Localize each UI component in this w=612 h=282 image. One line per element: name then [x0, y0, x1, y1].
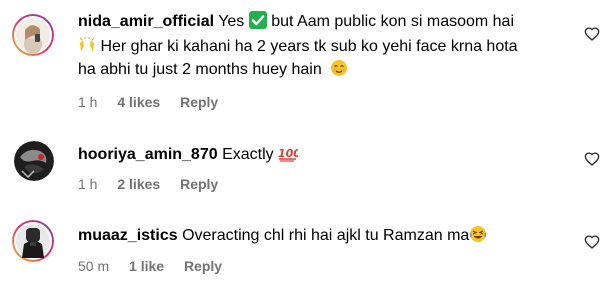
avatar-image [14, 141, 54, 181]
heart-icon[interactable] [584, 234, 600, 250]
rolling-laughing-emoji [469, 225, 487, 251]
heart-icon[interactable] [584, 151, 600, 167]
comment-body: Her ghar ki kahani ha 2 years tk sub ko … [100, 38, 518, 55]
svg-text:100: 100 [278, 147, 298, 160]
username[interactable]: nida_amir_official [78, 13, 214, 30]
comment-time: 1 h [78, 176, 98, 192]
likes-count[interactable]: 1 like [129, 258, 164, 274]
comment-item: hooriya_amin_870 Exactly 100 1 h 2 likes… [0, 130, 612, 200]
comment-text-line3: ha abhi tu just 2 months huey hain [78, 58, 348, 85]
comment-body: Yes [218, 13, 245, 30]
comment-item: nida_amir_official Yes but Aam public ko… [0, 0, 612, 120]
comment-body: Exactly [222, 146, 274, 163]
likes-count[interactable]: 4 likes [117, 94, 160, 110]
comment-text: muaaz_istics Overacting chl rhi hai ajkl… [78, 224, 487, 251]
comment-body: ha abhi tu just 2 months huey hain [78, 61, 322, 78]
comment-time: 1 h [78, 94, 98, 110]
avatar-image [12, 220, 54, 262]
comment-item: muaaz_istics Overacting chl rhi hai ajkl… [0, 210, 612, 282]
reply-button[interactable]: Reply [180, 176, 218, 192]
avatar[interactable] [12, 220, 54, 262]
relieved-face-emoji [330, 59, 348, 85]
heart-icon[interactable] [584, 26, 600, 42]
avatar[interactable] [12, 14, 54, 56]
reply-button[interactable]: Reply [184, 258, 222, 274]
comment-body: Overacting chl rhi hai ajkl tu Ramzan ma [182, 227, 470, 244]
comment-meta: 1 h 4 likes Reply [78, 93, 234, 111]
comment-body-cont: but Aam public kon si masoom hai [271, 13, 515, 30]
comment-meta: 50 m 1 like Reply [78, 257, 238, 275]
reply-button[interactable]: Reply [180, 94, 218, 110]
username[interactable]: hooriya_amin_870 [78, 146, 218, 163]
username[interactable]: muaaz_istics [78, 227, 178, 244]
comment-meta: 1 h 2 likes Reply [78, 175, 234, 193]
check-mark-emoji [248, 11, 267, 37]
likes-count[interactable]: 2 likes [117, 176, 160, 192]
comment-text: nida_amir_official Yes but Aam public ko… [78, 10, 514, 37]
avatar-image [12, 14, 54, 56]
comment-time: 50 m [78, 258, 110, 274]
hundred-points-emoji: 100 [278, 144, 301, 170]
avatar[interactable] [14, 141, 54, 181]
comment-text: hooriya_amin_870 Exactly 100 [78, 143, 301, 170]
